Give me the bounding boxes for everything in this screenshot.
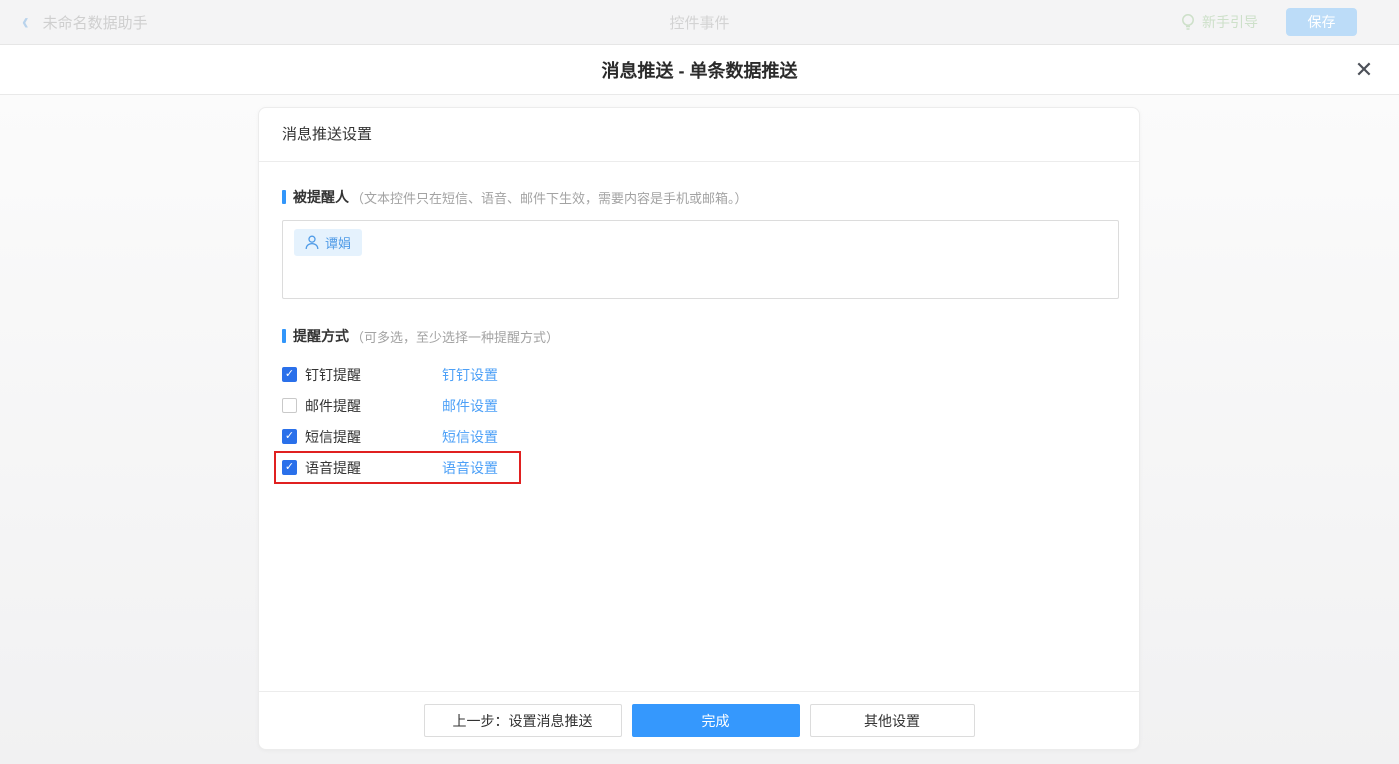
method-label: 邮件提醒 <box>305 397 361 414</box>
person-icon <box>305 235 319 250</box>
sms-checkbox[interactable]: ✓ <box>282 429 297 444</box>
assistant-title: 未命名数据助手 <box>42 14 148 32</box>
methods-section-label: 提醒方式 （可多选，至少选择一种提醒方式） <box>282 326 1117 346</box>
modal-body: 消息推送设置 被提醒人 （文本控件只在短信、语音、邮件下生效，需要内容是手机或邮… <box>0 95 1399 764</box>
voice-settings-link[interactable]: 语音设置 <box>442 458 498 478</box>
section-bar <box>282 190 286 204</box>
section-bar <box>282 329 286 343</box>
sms-settings-link[interactable]: 短信设置 <box>442 427 498 447</box>
recipient-name: 谭娟 <box>325 236 352 251</box>
lightbulb-icon <box>1182 14 1194 30</box>
done-button[interactable]: 完成 <box>631 704 800 737</box>
methods-note: （可多选，至少选择一种提醒方式） <box>351 329 560 345</box>
dingtalk-settings-link[interactable]: 钉钉设置 <box>442 365 498 385</box>
card-footer: 上一步：设置消息推送 完成 其他设置 <box>259 691 1139 749</box>
method-label: 短信提醒 <box>305 428 361 445</box>
recipients-field[interactable]: 谭娟 <box>282 220 1119 299</box>
method-row-sms: ✓ 短信提醒 短信设置 <box>282 421 682 452</box>
card-title: 消息推送设置 <box>259 108 1139 162</box>
method-row-email: 邮件提醒 邮件设置 <box>282 390 682 421</box>
email-settings-link[interactable]: 邮件设置 <box>442 396 498 416</box>
close-icon[interactable]: ✕ <box>1353 58 1375 81</box>
recipient-chip[interactable]: 谭娟 <box>294 229 363 256</box>
recipients-title: 被提醒人 <box>293 189 349 205</box>
recipients-section-label: 被提醒人 （文本控件只在短信、语音、邮件下生效，需要内容是手机或邮箱。） <box>282 187 1117 207</box>
back-chevron-icon[interactable]: ‹ <box>22 10 29 34</box>
guide-label: 新手引导 <box>1202 14 1258 30</box>
method-rows: ✓ 钉钉提醒 钉钉设置 邮件提醒 邮件设置 ✓ 短信提醒 短信设置 ✓ 语音提醒… <box>274 359 1117 484</box>
modal-title: 消息推送 - 单条数据推送 <box>601 60 798 81</box>
recipients-note: （文本控件只在短信、语音、邮件下生效，需要内容是手机或邮箱。） <box>351 190 748 206</box>
method-row-voice: ✓ 语音提醒 语音设置 <box>274 451 682 484</box>
dingtalk-checkbox[interactable]: ✓ <box>282 367 297 382</box>
method-label: 钉钉提醒 <box>305 366 361 383</box>
settings-card: 消息推送设置 被提醒人 （文本控件只在短信、语音、邮件下生效，需要内容是手机或邮… <box>258 107 1140 750</box>
topbar: ‹ 未命名数据助手 控件事件 新手引导 保存 <box>0 0 1399 45</box>
email-checkbox[interactable] <box>282 398 297 413</box>
other-settings-button[interactable]: 其他设置 <box>809 704 975 737</box>
prev-step-button[interactable]: 上一步：设置消息推送 <box>423 704 622 737</box>
modal-header: 消息推送 - 单条数据推送 ✕ <box>0 45 1399 95</box>
beginner-guide-button[interactable]: 新手引导 <box>1180 12 1258 32</box>
method-row-dingtalk: ✓ 钉钉提醒 钉钉设置 <box>282 359 682 390</box>
save-button[interactable]: 保存 <box>1286 8 1357 36</box>
voice-checkbox[interactable]: ✓ <box>282 460 297 475</box>
methods-title: 提醒方式 <box>293 328 349 344</box>
method-label: 语音提醒 <box>305 459 361 476</box>
